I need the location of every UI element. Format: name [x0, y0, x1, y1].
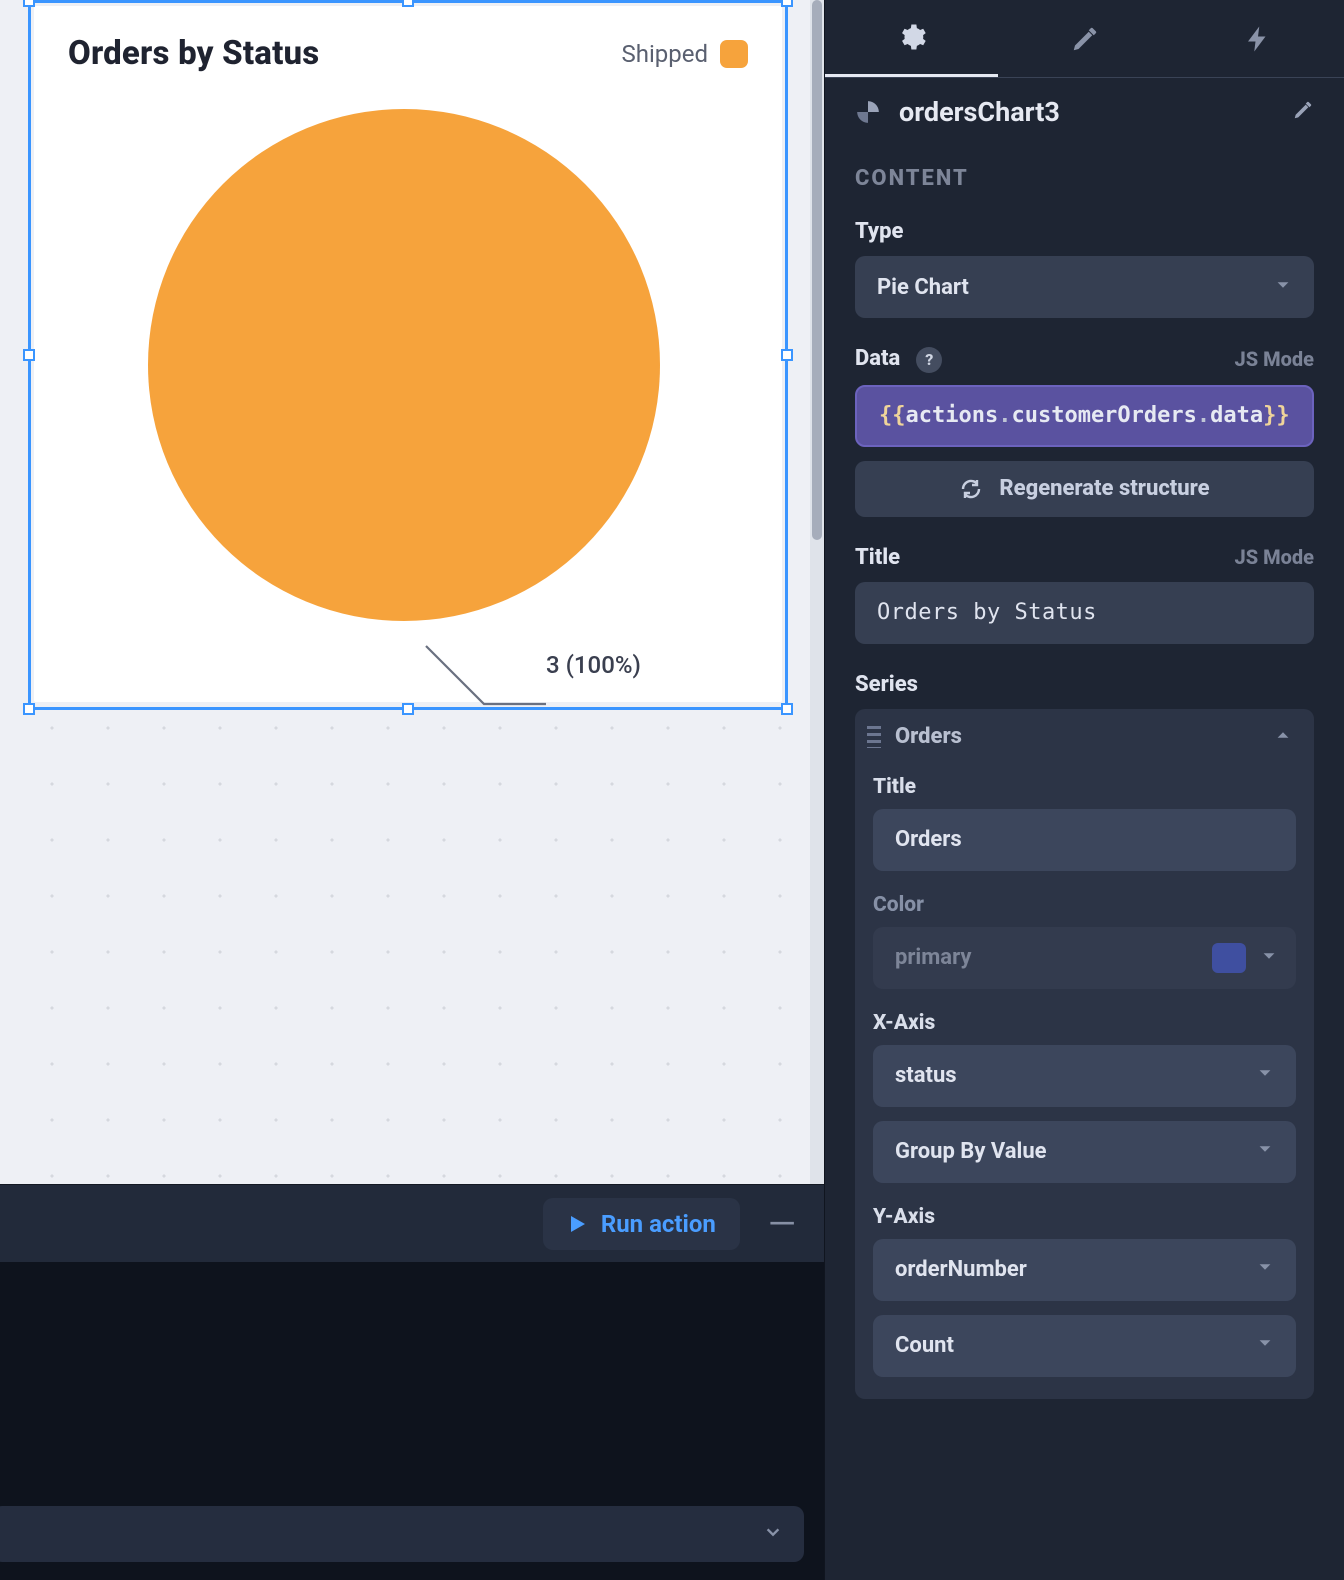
- code-dot: .: [1197, 403, 1210, 428]
- chevron-down-icon: [1274, 275, 1292, 300]
- actions-panel[interactable]: rs: [0, 1262, 824, 1580]
- collapse-panel-button[interactable]: —: [768, 1203, 796, 1245]
- regenerate-structure-button[interactable]: Regenerate structure: [855, 461, 1314, 517]
- drag-handle-icon[interactable]: [867, 726, 881, 748]
- series-title-value: Orders: [895, 827, 962, 852]
- regenerate-label: Regenerate structure: [999, 476, 1209, 501]
- chart-legend: Shipped: [621, 40, 748, 68]
- label-title: Title: [855, 545, 900, 570]
- y-axis-agg-select[interactable]: Count: [873, 1315, 1296, 1377]
- series-title-input[interactable]: Orders: [873, 809, 1296, 871]
- label-x-axis: X-Axis: [873, 1011, 1296, 1035]
- tab-settings[interactable]: [825, 0, 998, 77]
- legend-label: Shipped: [621, 40, 708, 68]
- chart-title: Orders by Status: [68, 34, 319, 73]
- chevron-down-icon: [1256, 1139, 1274, 1164]
- series-color-select[interactable]: primary: [873, 927, 1296, 989]
- y-axis-field-select[interactable]: orderNumber: [873, 1239, 1296, 1301]
- select-chart-type[interactable]: Pie Chart: [855, 256, 1314, 318]
- code-token: customerOrders: [1011, 403, 1196, 428]
- selected-widget[interactable]: Orders by Status Shipped 3 (100%): [28, 0, 788, 710]
- resize-handle-right[interactable]: [781, 349, 793, 361]
- code-brace: {{: [879, 403, 906, 428]
- component-name: ordersChart3: [899, 96, 1060, 128]
- data-expression-input[interactable]: {{actions.customerOrders.data}}: [855, 385, 1314, 447]
- label-series-color: Color: [873, 893, 1296, 917]
- chevron-down-icon: [1256, 1333, 1274, 1358]
- title-input[interactable]: Orders by Status: [855, 582, 1314, 644]
- run-action-button[interactable]: Run action: [543, 1198, 740, 1250]
- help-icon[interactable]: ?: [916, 347, 942, 373]
- x-axis-field-value: status: [895, 1063, 957, 1088]
- series-color-name: primary: [895, 945, 971, 970]
- resize-handle-bottom-right[interactable]: [781, 703, 793, 715]
- resize-handle-top-right[interactable]: [781, 0, 793, 7]
- code-dot: .: [998, 403, 1011, 428]
- section-content-header: CONTENT: [825, 148, 1344, 219]
- pie-slice-label: 3 (100%): [546, 651, 641, 679]
- series-accordion: Orders Title Orders Color: [855, 709, 1314, 1399]
- tab-events[interactable]: [1171, 0, 1344, 77]
- x-axis-group-value: Group By Value: [895, 1139, 1047, 1164]
- label-type: Type: [855, 219, 1314, 244]
- legend-swatch: [720, 40, 748, 68]
- resize-handle-bottom-left[interactable]: [23, 703, 35, 715]
- pie-chart-icon: [855, 99, 881, 125]
- series-item-name: Orders: [895, 724, 1260, 749]
- jsmode-toggle-data[interactable]: JS Mode: [1235, 347, 1315, 371]
- series-color-swatch: [1212, 943, 1246, 973]
- run-action-label: Run action: [601, 1210, 716, 1238]
- canvas-viewport[interactable]: Orders by Status Shipped 3 (100%): [0, 0, 824, 1184]
- code-token: data: [1210, 403, 1263, 428]
- rename-component-button[interactable]: [1292, 99, 1314, 125]
- chevron-down-icon: [1260, 947, 1278, 969]
- chevron-down-icon: [1256, 1257, 1274, 1282]
- inspector-tabs: [825, 0, 1344, 78]
- canvas-scrollbar[interactable]: [810, 0, 824, 1184]
- label-y-axis: Y-Axis: [873, 1205, 1296, 1229]
- chevron-down-icon: [764, 1522, 782, 1547]
- label-data: Data: [855, 346, 900, 371]
- chevron-down-icon: [1256, 1063, 1274, 1088]
- label-series-title: Title: [873, 775, 1296, 799]
- x-axis-group-select[interactable]: Group By Value: [873, 1121, 1296, 1183]
- tab-style[interactable]: [998, 0, 1171, 77]
- resize-handle-top[interactable]: [402, 0, 414, 7]
- resize-handle-bottom[interactable]: [402, 703, 414, 715]
- bottom-select[interactable]: [0, 1506, 804, 1562]
- series-item-header[interactable]: Orders: [855, 709, 1314, 765]
- resize-handle-left[interactable]: [23, 349, 35, 361]
- bottom-toolbar: Run action —: [0, 1184, 824, 1262]
- pie-slice-shipped: [148, 109, 660, 621]
- resize-handle-top-left[interactable]: [23, 0, 35, 7]
- chevron-up-icon: [1274, 726, 1292, 748]
- y-axis-field-value: orderNumber: [895, 1257, 1027, 1282]
- label-series: Series: [855, 672, 1314, 697]
- code-brace: }}: [1263, 403, 1290, 428]
- code-token: actions: [906, 403, 999, 428]
- pie-chart-widget[interactable]: Orders by Status Shipped 3 (100%): [34, 6, 782, 702]
- x-axis-field-select[interactable]: status: [873, 1045, 1296, 1107]
- select-chart-type-value: Pie Chart: [877, 275, 969, 300]
- jsmode-toggle-title[interactable]: JS Mode: [1235, 545, 1315, 569]
- y-axis-agg-value: Count: [895, 1333, 954, 1358]
- title-input-value: Orders by Status: [877, 600, 1097, 625]
